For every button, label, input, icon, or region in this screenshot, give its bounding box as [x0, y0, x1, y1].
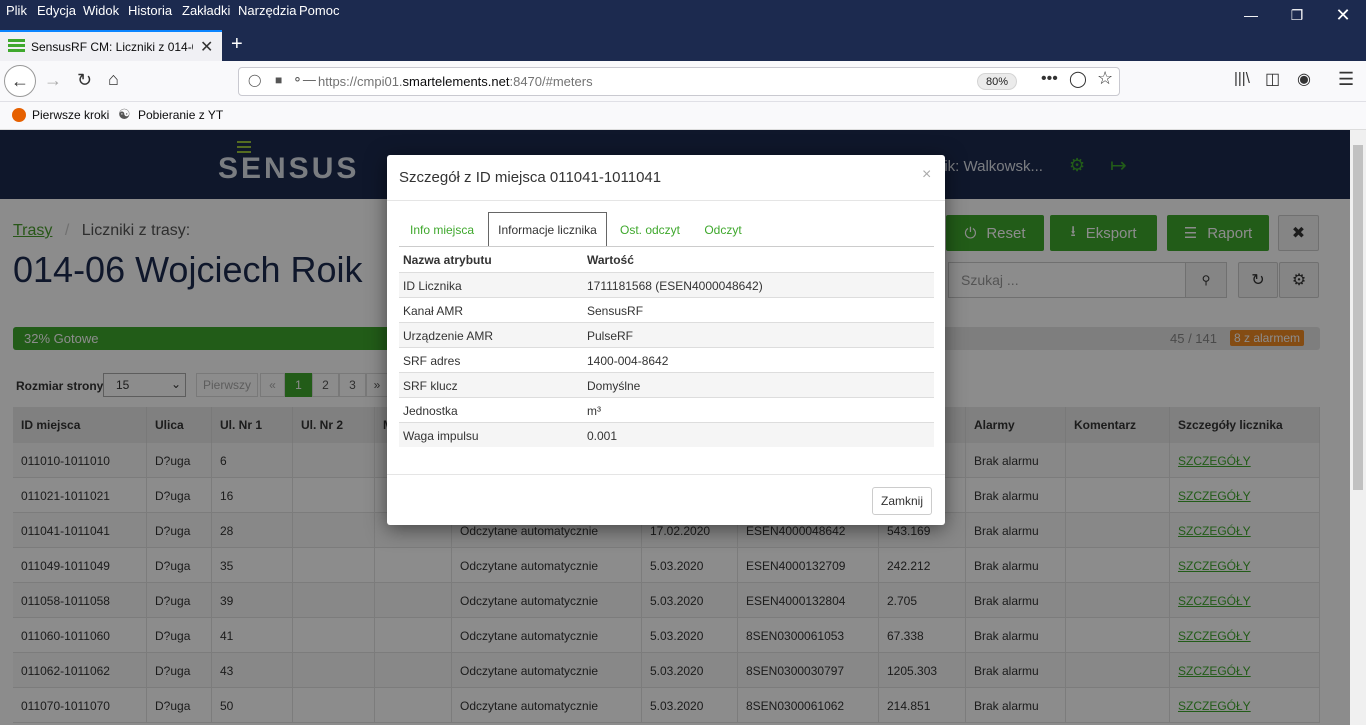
lock-icon[interactable]: ■	[275, 73, 282, 87]
attribute-row: Waga impulsu 0.001	[399, 422, 934, 447]
browser-tab[interactable]: SensusRF CM: Liczniki z 014-06 ✕	[0, 30, 222, 61]
home-icon[interactable]: ⌂	[108, 69, 119, 90]
shield-icon[interactable]: ◯	[248, 73, 261, 87]
menu-edycja[interactable]: Edycja	[37, 3, 76, 18]
modal-title: Szczegół z ID miejsca 011041-1011041	[399, 169, 662, 186]
attribute-value: 1400-004-8642	[587, 354, 669, 368]
tab-favicon-icon	[8, 39, 25, 52]
back-icon[interactable]: ←	[4, 65, 36, 97]
attribute-row: SRF klucz Domyślne	[399, 372, 934, 397]
attribute-name: SRF klucz	[403, 379, 458, 393]
modal-footer-divider	[387, 474, 945, 475]
attribute-name: Kanał AMR	[403, 304, 464, 318]
sidebar-icon[interactable]: ◫	[1265, 69, 1280, 89]
menu-pomoc[interactable]: Pomoc	[299, 3, 339, 18]
attribute-value: PulseRF	[587, 329, 634, 343]
menu-widok[interactable]: Widok	[83, 3, 119, 18]
tab-informacje-licznika[interactable]: Informacje licznika	[488, 212, 607, 247]
zoom-badge[interactable]: 80%	[977, 73, 1017, 90]
attribute-value: SensusRF	[587, 304, 644, 318]
attribute-row: Urządzenie AMR PulseRF	[399, 322, 934, 347]
close-window-icon[interactable]: ✕	[1320, 2, 1366, 28]
zamknij-button[interactable]: Zamknij	[872, 487, 932, 515]
attribute-name: Jednostka	[403, 404, 458, 418]
account-icon[interactable]: ◉	[1297, 69, 1311, 89]
hamburger-menu-icon[interactable]: ☰	[1338, 69, 1354, 90]
more-actions-icon[interactable]: •••	[1041, 70, 1058, 88]
scrollbar-thumb[interactable]	[1353, 145, 1363, 490]
tab-ost-odczyt[interactable]: Ost. odczyt	[614, 212, 686, 247]
library-icon[interactable]: |||\	[1234, 70, 1250, 87]
url-text[interactable]: https://cmpi01.smartelements.net:8470/#m…	[318, 74, 593, 89]
attribute-value: 0.001	[587, 429, 618, 443]
pocket-icon[interactable]: ◯	[1069, 69, 1087, 89]
minimize-icon[interactable]: —	[1228, 2, 1274, 28]
globe-icon: ☯	[118, 106, 131, 122]
key-icon[interactable]: ⚬—	[292, 72, 316, 88]
bookmark-star-icon[interactable]: ☆	[1097, 68, 1113, 89]
menu-zakladki[interactable]: Zakładki	[182, 3, 230, 18]
menu-narzedzia[interactable]: Narzędzia	[238, 3, 297, 18]
attribute-value: 1711181568 (ESEN4000048642)	[587, 279, 763, 293]
reload-icon[interactable]: ↻	[77, 70, 92, 91]
attribute-name: SRF adres	[403, 354, 461, 368]
attribute-row: ID Licznika 1711181568 (ESEN4000048642)	[399, 272, 934, 297]
tab-title: SensusRF CM: Liczniki z 014-06	[31, 40, 193, 54]
modal-table-header: Nazwa atrybutu Wartość	[403, 253, 634, 267]
tab-close-icon[interactable]: ✕	[200, 37, 213, 57]
menu-plik[interactable]: Plik	[6, 3, 27, 18]
attribute-row: Jednostka m³	[399, 397, 934, 422]
menu-historia[interactable]: Historia	[128, 3, 172, 18]
new-tab-icon[interactable]: +	[231, 33, 243, 56]
attribute-value: m³	[587, 404, 601, 418]
attribute-row: SRF adres 1400-004-8642	[399, 347, 934, 372]
bookmark-pobieranie[interactable]: Pobieranie z YT	[138, 108, 223, 122]
firefox-icon	[12, 108, 26, 122]
attribute-value: Domyślne	[587, 379, 641, 393]
attribute-row: Kanał AMR SensusRF	[399, 297, 934, 322]
tab-info-miejsca[interactable]: Info miejsca	[402, 212, 482, 247]
attribute-name: Urządzenie AMR	[403, 329, 494, 343]
tab-odczyt[interactable]: Odczyt	[696, 212, 750, 247]
attribute-name: Waga impulsu	[403, 429, 479, 443]
bookmark-pierwsze-kroki[interactable]: Pierwsze kroki	[32, 108, 109, 122]
modal-close-icon[interactable]: ×	[922, 166, 931, 184]
restore-icon[interactable]: ❐	[1274, 2, 1320, 28]
forward-icon[interactable]: →	[44, 70, 62, 91]
attribute-name: ID Licznika	[403, 279, 462, 293]
